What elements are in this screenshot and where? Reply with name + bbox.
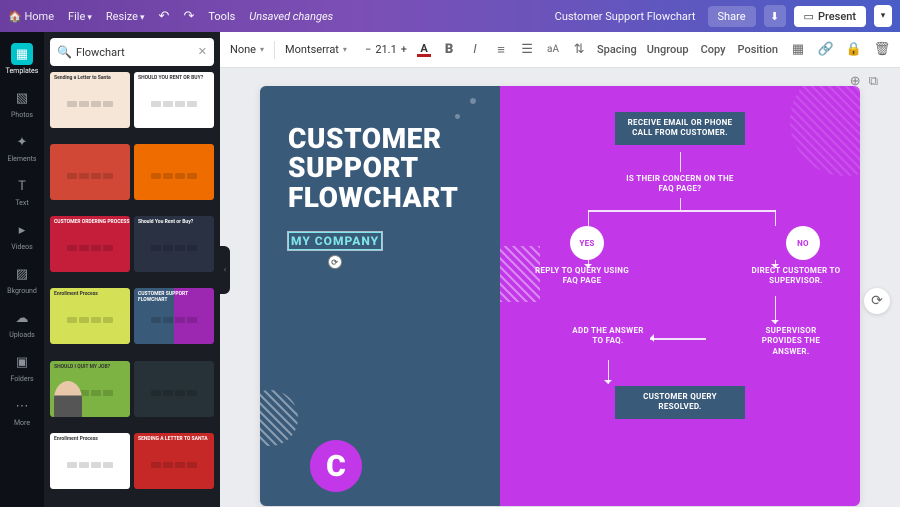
- template-thumbnail[interactable]: [134, 361, 214, 417]
- canvas-subtitle-selected[interactable]: MY COMPANY ⟳: [288, 232, 382, 250]
- flowchart-container: RECEIVE EMAIL OR PHONE CALL FROM CUSTOME…: [500, 86, 860, 506]
- decoration-dot: [470, 98, 476, 104]
- decoration-stripes: [260, 390, 298, 446]
- flow-text-add[interactable]: ADD THE ANSWER TO FAQ.: [572, 326, 644, 347]
- download-button[interactable]: ⬇: [764, 5, 786, 27]
- company-logo[interactable]: C: [310, 440, 362, 492]
- templates-icon: ▦: [11, 43, 33, 65]
- template-thumbnail[interactable]: [134, 144, 214, 200]
- rail-uploads[interactable]: ☁Uploads: [0, 302, 44, 344]
- list-button[interactable]: ☰: [519, 42, 535, 58]
- template-thumbnail[interactable]: Enrollment Process: [50, 288, 130, 344]
- align-button[interactable]: ≡: [493, 42, 509, 58]
- template-thumbnail[interactable]: SHOULD YOU RENT OR BUY?: [134, 72, 214, 128]
- search-input[interactable]: [50, 38, 214, 66]
- videos-icon: ▸: [11, 219, 33, 241]
- undo-icon[interactable]: ↶: [159, 9, 170, 24]
- template-thumbnail[interactable]: CUSTOMER ORDERING PROCESS: [50, 216, 130, 272]
- decoration-dot: [455, 114, 460, 119]
- resize-menu[interactable]: Resize▾: [106, 10, 145, 23]
- folders-icon: ▣: [11, 351, 33, 373]
- rail-templates[interactable]: ▦Templates: [0, 38, 44, 80]
- template-thumbnail[interactable]: Sending a Letter to Santa: [50, 72, 130, 128]
- uppercase-button[interactable]: aA: [545, 42, 561, 58]
- share-button[interactable]: Share: [708, 6, 756, 27]
- rail-videos[interactable]: ▸Videos: [0, 214, 44, 256]
- font-size-select[interactable]: − 21.1 +: [365, 43, 407, 56]
- template-thumbnail[interactable]: Should You Rent or Buy?: [134, 216, 214, 272]
- template-thumbnail[interactable]: [50, 144, 130, 200]
- canvas-title[interactable]: CUSTOMER SUPPORT FLOWCHART: [288, 124, 500, 212]
- text-icon: T: [11, 175, 33, 197]
- document-title[interactable]: Customer Support Flowchart: [555, 10, 696, 23]
- flow-box-resolved[interactable]: CUSTOMER QUERY RESOLVED.: [615, 386, 745, 419]
- duplicate-page-icon[interactable]: ⧉: [869, 74, 878, 89]
- photos-icon: ▧: [11, 87, 33, 109]
- italic-button[interactable]: I: [467, 42, 483, 58]
- text-toolbar: None▾ Montserrat▾ − 21.1 + A B I ≡ ☰ aA …: [220, 32, 900, 68]
- spacing-button[interactable]: Spacing: [597, 43, 637, 56]
- bold-button[interactable]: B: [441, 42, 457, 58]
- rail-folders[interactable]: ▣Folders: [0, 346, 44, 388]
- lock-icon[interactable]: 🔒: [846, 42, 862, 58]
- delete-icon[interactable]: 🗑: [874, 42, 890, 58]
- line-height-button[interactable]: ⇅: [571, 42, 587, 58]
- templates-panel: 🔍 ✕ Sending a Letter to SantaSHOULD YOU …: [44, 32, 220, 507]
- rotate-handle-icon[interactable]: ⟳: [328, 255, 342, 269]
- link-icon[interactable]: 🔗: [818, 42, 834, 58]
- elements-icon: ✦: [11, 131, 33, 153]
- rail-text[interactable]: TText: [0, 170, 44, 212]
- editor-area: None▾ Montserrat▾ − 21.1 + A B I ≡ ☰ aA …: [220, 32, 900, 507]
- rail-photos[interactable]: ▧Photos: [0, 82, 44, 124]
- uploads-icon: ☁: [11, 307, 33, 329]
- more-icon: ⋯: [11, 395, 33, 417]
- flow-text-reply[interactable]: REPLY TO QUERY USING FAQ PAGE: [532, 266, 632, 287]
- panel-collapse-handle[interactable]: ‹: [220, 246, 230, 294]
- rail-more[interactable]: ⋯More: [0, 390, 44, 432]
- top-menu-bar: 🏠 Home File▾ Resize▾ ↶ ↷ Tools Unsaved c…: [0, 0, 900, 32]
- tools-menu[interactable]: Tools: [208, 10, 235, 23]
- text-color-button[interactable]: A: [417, 43, 431, 57]
- flow-text-direct[interactable]: DIRECT CUSTOMER TO SUPERVISOR.: [746, 266, 846, 287]
- clear-search-icon[interactable]: ✕: [198, 45, 207, 58]
- effects-select[interactable]: None▾: [230, 43, 264, 56]
- flow-no-circle[interactable]: NO: [786, 226, 820, 260]
- rail-bkground[interactable]: ▨Bkground: [0, 258, 44, 300]
- template-thumbnail[interactable]: SENDING A LETTER TO SANTA: [134, 433, 214, 489]
- refresh-icon[interactable]: ⟳: [864, 288, 890, 314]
- flow-yes-circle[interactable]: YES: [570, 226, 604, 260]
- present-dropdown[interactable]: ▾: [874, 5, 892, 27]
- template-thumbnail[interactable]: SHOULD I QUIT MY JOB?: [50, 361, 130, 417]
- file-menu[interactable]: File▾: [68, 10, 92, 23]
- search-icon: 🔍: [57, 45, 72, 59]
- ungroup-button[interactable]: Ungroup: [647, 43, 689, 56]
- template-thumbnail[interactable]: CUSTOMER SUPPORT FLOWCHART: [134, 288, 214, 344]
- copy-button[interactable]: Copy: [701, 43, 726, 56]
- canvas-left-panel: CUSTOMER SUPPORT FLOWCHART MY COMPANY ⟳ …: [260, 86, 500, 506]
- template-grid: Sending a Letter to SantaSHOULD YOU RENT…: [50, 72, 214, 501]
- side-rail: ▦Templates▧Photos✦ElementsTText▸Videos▨B…: [0, 32, 44, 507]
- canvas-viewport[interactable]: ⊕ ⧉ CUSTOMER SUPPORT FLOWCHART MY COMPAN…: [220, 68, 900, 507]
- flow-text-provides[interactable]: SUPERVISOR PROVIDES THE ANSWER.: [746, 326, 836, 357]
- bkground-icon: ▨: [11, 263, 33, 285]
- present-button[interactable]: ▭ Present: [794, 6, 866, 27]
- template-thumbnail[interactable]: Enrollment Process: [50, 433, 130, 489]
- flow-box-receive[interactable]: RECEIVE EMAIL OR PHONE CALL FROM CUSTOME…: [615, 112, 745, 145]
- font-select[interactable]: Montserrat▾: [285, 43, 355, 56]
- flow-text-faq[interactable]: IS THEIR CONCERN ON THE FAQ PAGE?: [625, 174, 735, 195]
- transparency-icon[interactable]: ▦: [790, 42, 806, 58]
- design-canvas[interactable]: CUSTOMER SUPPORT FLOWCHART MY COMPANY ⟳ …: [260, 86, 860, 506]
- home-menu[interactable]: 🏠 Home: [8, 10, 54, 23]
- redo-icon[interactable]: ↷: [183, 9, 194, 24]
- canvas-right-panel: RECEIVE EMAIL OR PHONE CALL FROM CUSTOME…: [500, 86, 860, 506]
- save-status: Unsaved changes: [249, 10, 333, 23]
- position-button[interactable]: Position: [738, 43, 779, 56]
- rail-elements[interactable]: ✦Elements: [0, 126, 44, 168]
